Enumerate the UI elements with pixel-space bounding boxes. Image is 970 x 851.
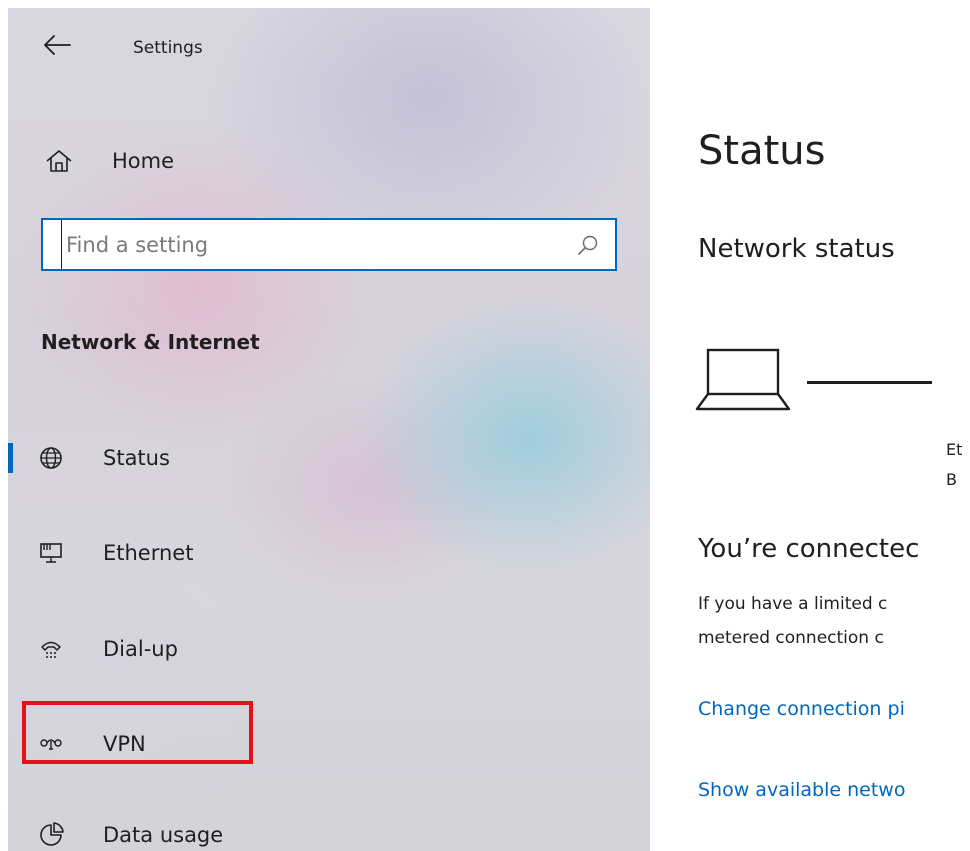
sidebar: Settings Home Network & Internet Status bbox=[8, 8, 650, 851]
adapter-subtext: B bbox=[946, 470, 957, 489]
sidebar-item-label: Data usage bbox=[103, 823, 224, 847]
search-box[interactable] bbox=[41, 218, 617, 271]
home-nav-item[interactable]: Home bbox=[44, 140, 304, 182]
change-connection-properties-link[interactable]: Change connection pi bbox=[698, 698, 905, 720]
connected-heading: You’re connectec bbox=[698, 534, 920, 564]
description-line: metered connection c bbox=[698, 628, 884, 648]
main-content: Status Network status Et B You’re connec… bbox=[650, 0, 970, 851]
data-usage-icon bbox=[38, 822, 64, 848]
network-status-heading: Network status bbox=[698, 234, 895, 264]
globe-icon bbox=[38, 445, 64, 471]
active-indicator bbox=[8, 443, 13, 473]
home-icon bbox=[44, 149, 74, 173]
sidebar-item-label: VPN bbox=[103, 732, 146, 756]
back-button[interactable] bbox=[40, 30, 74, 60]
connection-line bbox=[807, 381, 932, 384]
sidebar-item-data-usage[interactable]: Data usage bbox=[8, 811, 650, 851]
search-input[interactable] bbox=[61, 220, 561, 269]
sidebar-item-label: Ethernet bbox=[103, 541, 194, 565]
home-label: Home bbox=[112, 149, 175, 173]
show-available-networks-link[interactable]: Show available netwo bbox=[698, 779, 905, 801]
sidebar-item-ethernet[interactable]: Ethernet bbox=[8, 529, 650, 577]
sidebar-item-label: Dial-up bbox=[103, 637, 178, 661]
sidebar-item-dial-up[interactable]: Dial-up bbox=[8, 625, 650, 673]
sidebar-item-status[interactable]: Status bbox=[8, 434, 650, 482]
ethernet-icon bbox=[38, 540, 64, 566]
search-icon[interactable] bbox=[577, 234, 599, 256]
laptop-icon bbox=[694, 345, 794, 415]
section-title: Network & Internet bbox=[41, 330, 260, 354]
settings-window: Settings Home Network & Internet Status bbox=[0, 0, 970, 851]
page-title: Status bbox=[698, 128, 826, 174]
sidebar-item-vpn[interactable]: VPN bbox=[8, 720, 650, 768]
dial-up-icon bbox=[38, 636, 64, 662]
back-arrow-icon bbox=[40, 30, 74, 60]
app-title: Settings bbox=[133, 38, 203, 58]
description-line: If you have a limited c bbox=[698, 594, 888, 614]
adapter-name: Et bbox=[946, 440, 963, 459]
sidebar-item-label: Status bbox=[103, 446, 170, 470]
vpn-icon bbox=[38, 731, 64, 757]
